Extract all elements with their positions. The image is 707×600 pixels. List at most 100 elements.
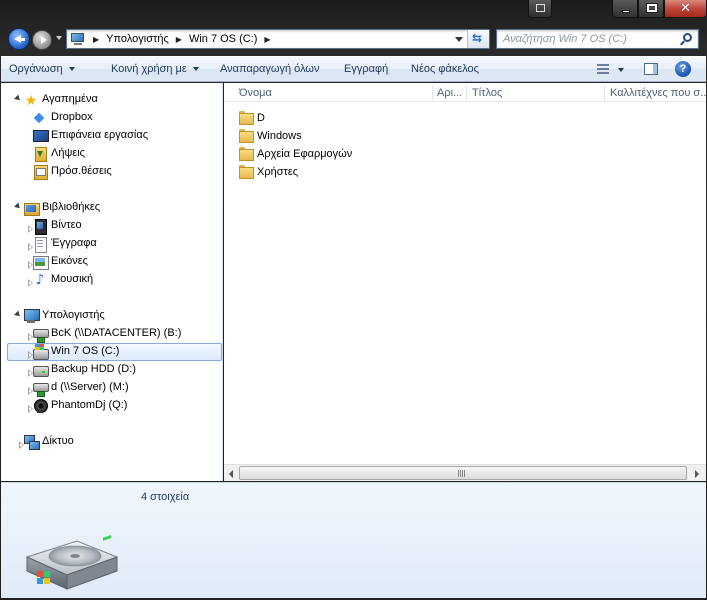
music-icon: ♪ [35, 272, 45, 288]
item-count: 4 στοιχεία [141, 491, 190, 503]
nav-item-drive-d[interactable]: Backup HDD (D:) [2, 361, 222, 379]
organize-button[interactable]: Οργάνωση [9, 63, 75, 75]
nav-item-desktop[interactable]: Επιφάνεια εργασίας [2, 127, 222, 145]
scrollbar-thumb[interactable] [239, 466, 687, 480]
nav-item-videos[interactable]: Βίντεο [2, 217, 222, 235]
column-divider[interactable] [604, 85, 605, 100]
column-divider[interactable] [466, 85, 467, 100]
nav-item-label: Win 7 OS (C:) [51, 345, 120, 357]
nav-item-drive-m[interactable]: d (\\Server) (M:) [2, 379, 222, 397]
recent-pages-dropdown[interactable] [56, 36, 62, 40]
nav-group-libraries[interactable]: Βιβλιοθήκες [2, 199, 222, 217]
file-row[interactable]: D [239, 109, 439, 127]
share-with-button[interactable]: Κοινή χρήση με [111, 63, 199, 75]
views-icon[interactable] [597, 64, 609, 75]
file-row[interactable]: Windows [239, 127, 439, 145]
pictures-icon [32, 254, 49, 270]
share-label: Κοινή χρήση με [111, 63, 187, 75]
file-row[interactable]: Αρχεία Εφαρμογών [239, 145, 439, 163]
nav-group-computer[interactable]: Υπολογιστής [2, 307, 222, 325]
computer-icon [70, 32, 86, 46]
recent-places-icon [32, 164, 48, 180]
column-number[interactable]: Αρι... [437, 87, 462, 99]
folder-icon [239, 147, 254, 161]
nav-item-documents[interactable]: Έγγραφα [2, 235, 222, 253]
nav-item-pictures[interactable]: Εικόνες [2, 253, 222, 271]
breadcrumb-drive-c[interactable]: Win 7 OS (C:) [189, 33, 257, 45]
star-icon: ★ [24, 92, 38, 108]
nav-item-label: Μουσική [51, 273, 94, 285]
file-row[interactable]: Χρήστες [239, 163, 439, 181]
scroll-right-icon[interactable] [695, 470, 699, 478]
nav-item-drive-b[interactable]: BcK (\\DATACENTER) (B:) [2, 325, 222, 343]
nav-item-label: PhantomDj (Q:) [51, 399, 128, 411]
column-title[interactable]: Τίτλος [472, 87, 502, 99]
preview-pane-icon[interactable] [644, 63, 658, 75]
breadcrumb-separator-icon[interactable]: ▶ [176, 35, 182, 44]
downloads-icon [32, 146, 48, 162]
folder-icon [239, 165, 254, 179]
video-icon [32, 218, 48, 235]
nav-item-label: Εικόνες [51, 255, 88, 267]
nav-item-dropbox[interactable]: Dropbox [2, 109, 222, 127]
column-divider[interactable] [432, 85, 433, 100]
nav-item-label: d (\\Server) (M:) [51, 381, 129, 393]
new-folder-button[interactable]: Νέος φάκελος [411, 63, 479, 75]
breadcrumb-separator-icon[interactable]: ▶ [93, 35, 99, 44]
nav-item-label: Backup HDD (D:) [51, 363, 136, 375]
minimize-button[interactable] [612, 0, 638, 18]
file-name: Αρχεία Εφαρμογών [257, 148, 353, 160]
refresh-icon: ⇆ [472, 31, 483, 45]
close-button[interactable]: ✕ [664, 0, 707, 18]
nav-item-drive-c[interactable]: Win 7 OS (C:) [7, 343, 222, 361]
nav-item-label: Επιφάνεια εργασίας [51, 129, 149, 141]
network-icon [23, 434, 40, 450]
nav-group-label: Βιβλιοθήκες [42, 201, 101, 213]
nav-group-label: Δίκτυο [42, 435, 74, 447]
nav-item-label: Έγγραφα [51, 237, 97, 249]
forward-button[interactable] [32, 30, 52, 50]
address-history-dropdown[interactable] [455, 37, 463, 42]
back-button[interactable] [8, 28, 30, 50]
restore-pane-button[interactable] [528, 0, 552, 18]
help-icon[interactable]: ? [675, 61, 691, 77]
search-input[interactable]: Αναζήτηση Win 7 OS (C:) [496, 29, 699, 49]
nav-item-recent-places[interactable]: Πρόσ.θέσεις [2, 163, 222, 181]
window-icon [536, 4, 545, 12]
search-icon[interactable] [683, 33, 692, 42]
nav-item-music[interactable]: ♪ Μουσική [2, 271, 222, 289]
column-artists[interactable]: Καλλιτέχνες που σ... [610, 87, 707, 99]
expand-arrow-icon[interactable] [14, 202, 22, 211]
nav-group-favorites[interactable]: ★ Αγαπημένα [2, 91, 222, 109]
nav-item-label: BcK (\\DATACENTER) (B:) [51, 327, 182, 339]
nav-item-label: Πρόσ.θέσεις [51, 165, 112, 177]
command-bar: Οργάνωση Κοινή χρήση με Αναπαραγωγή όλων… [1, 56, 706, 82]
documents-icon [32, 236, 48, 253]
column-header-row: Όνομα Αρι... Τίτλος Καλλιτέχνες που σ... [224, 83, 707, 102]
webcam-icon [32, 398, 48, 414]
hard-drive-icon [32, 362, 49, 378]
horizontal-scrollbar[interactable] [224, 464, 706, 481]
breadcrumb-separator-icon[interactable]: ▶ [264, 35, 270, 44]
views-dropdown[interactable] [618, 68, 624, 72]
computer-icon [23, 308, 40, 324]
address-bar[interactable]: ▶ Υπολογιστής ▶ Win 7 OS (C:) ▶ ⇆ [66, 29, 490, 49]
expand-arrow-icon[interactable] [14, 94, 22, 103]
breadcrumb-computer[interactable]: Υπολογιστής [106, 33, 169, 45]
play-all-button[interactable]: Αναπαραγωγή όλων [220, 63, 320, 75]
file-name: D [257, 112, 265, 124]
nav-group-network[interactable]: Δίκτυο [2, 433, 222, 451]
nav-item-downloads[interactable]: Λήψεις [2, 145, 222, 163]
maximize-button[interactable] [638, 0, 664, 18]
search-placeholder: Αναζήτηση Win 7 OS (C:) [503, 33, 627, 45]
nav-item-drive-q[interactable]: PhantomDj (Q:) [2, 397, 222, 415]
scroll-left-icon[interactable] [229, 470, 233, 478]
folder-icon [239, 111, 254, 125]
refresh-button[interactable]: ⇆ [467, 30, 489, 48]
grip-icon [458, 470, 466, 477]
burn-button[interactable]: Εγγραφή [344, 63, 388, 75]
network-drive-icon [32, 380, 49, 397]
dropbox-icon [32, 110, 48, 126]
expand-arrow-icon[interactable] [14, 310, 22, 319]
column-name[interactable]: Όνομα [239, 87, 272, 99]
